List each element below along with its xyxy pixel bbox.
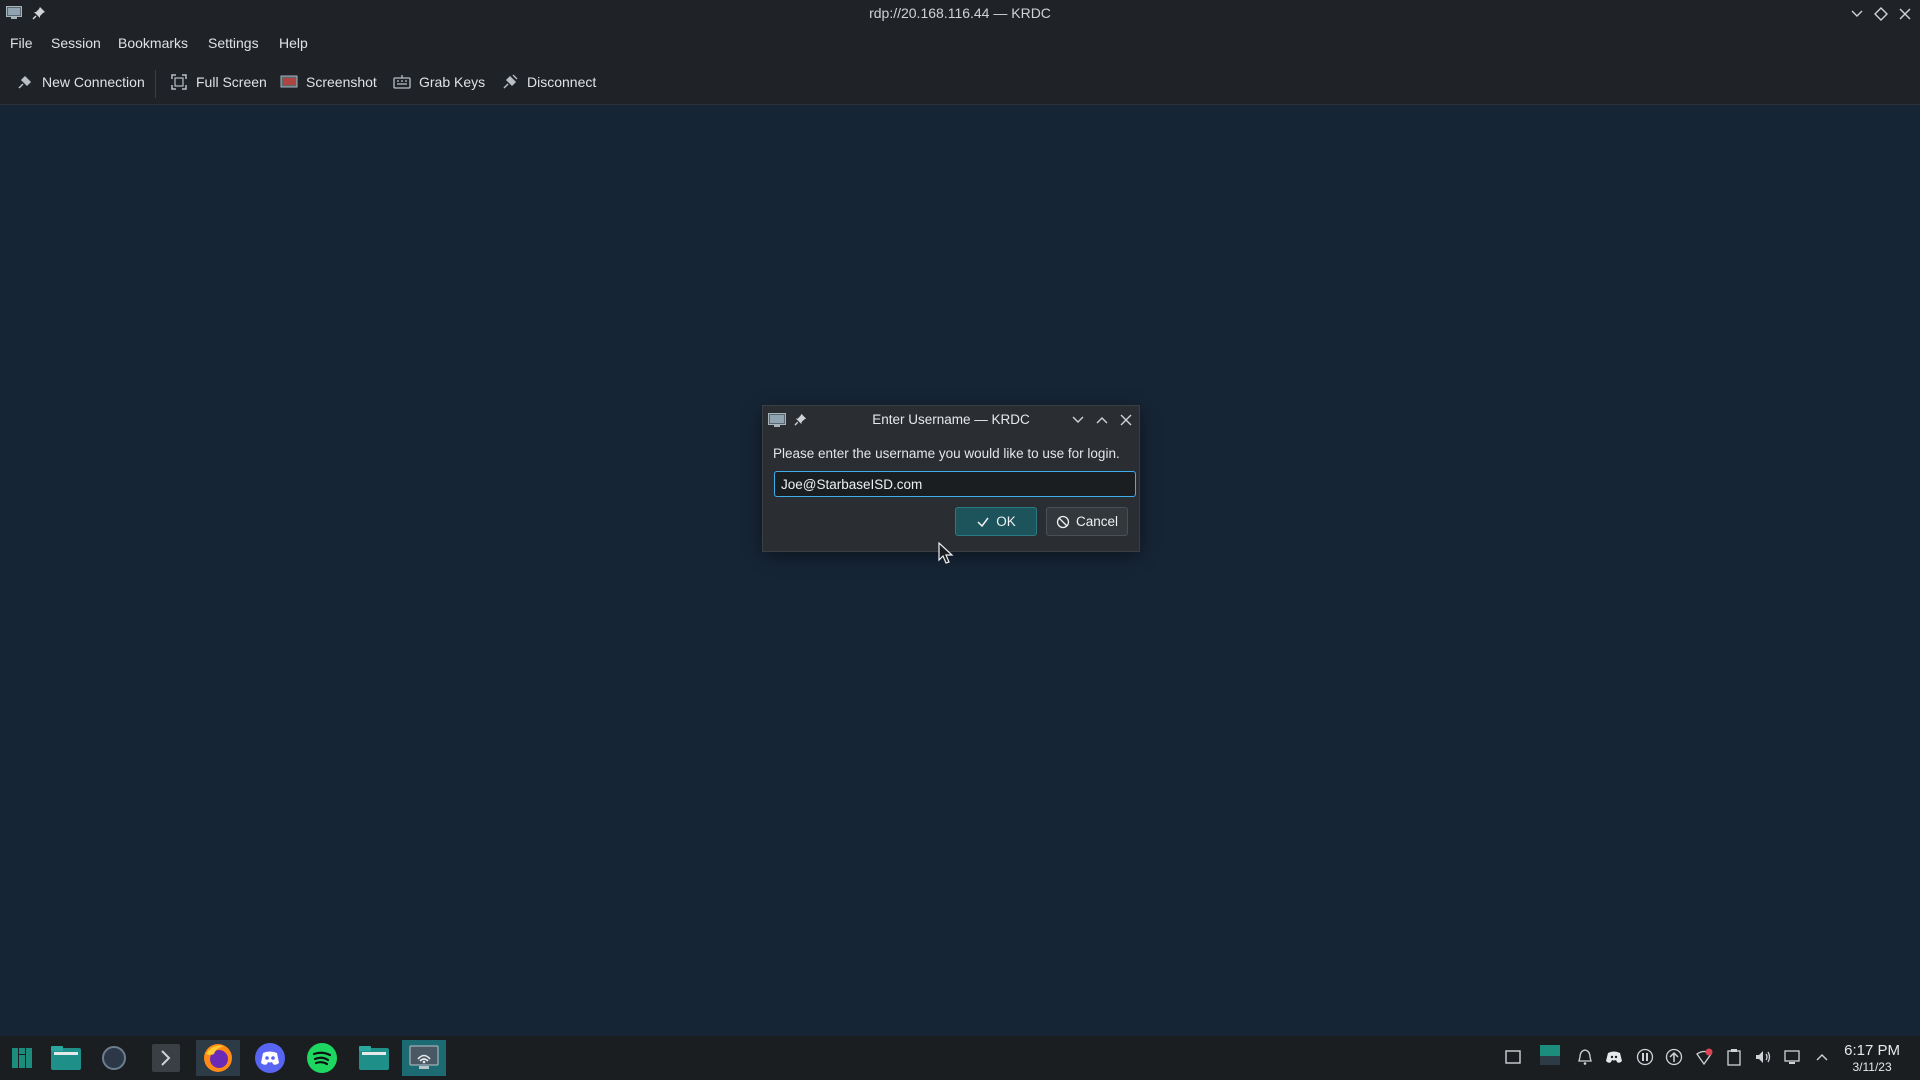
application-launcher-icon [12, 1048, 32, 1068]
new-connection-icon [18, 75, 32, 89]
checkmark-icon [977, 517, 989, 527]
krdc-taskbar-button[interactable] [402, 1040, 446, 1076]
updates-icon[interactable] [1665, 1048, 1683, 1066]
taskbar: 6:17 PM 3/11/23 [0, 1036, 1920, 1080]
screenshot-button[interactable]: Screenshot [280, 71, 377, 93]
folder-icon [359, 1046, 389, 1070]
display-icon[interactable] [1783, 1048, 1801, 1066]
ok-label: OK [996, 514, 1016, 529]
clipboard-icon[interactable] [1725, 1048, 1743, 1066]
close-icon[interactable] [1896, 5, 1914, 23]
full-screen-button[interactable]: Full Screen [170, 71, 267, 93]
clock-date: 3/11/23 [1852, 1060, 1892, 1074]
cancel-icon [1056, 515, 1070, 528]
chevron-up-icon[interactable] [1813, 1048, 1831, 1066]
username-input[interactable] [774, 471, 1136, 497]
disconnect-icon [503, 74, 518, 89]
window-title: rdp://20.168.116.44 — KRDC [869, 5, 1051, 21]
cancel-button[interactable]: Cancel [1046, 507, 1128, 536]
circle-app-button[interactable] [92, 1040, 136, 1076]
circle-app-icon [102, 1046, 126, 1070]
menu-session[interactable]: Session [51, 35, 101, 51]
new-connection-button[interactable]: New Connection [16, 71, 145, 93]
screenshot-label: Screenshot [306, 74, 377, 90]
minimize-icon[interactable] [1848, 5, 1866, 23]
close-icon[interactable] [1118, 412, 1134, 428]
discord-button[interactable] [248, 1040, 292, 1076]
firefox-icon [204, 1044, 232, 1072]
menu-help[interactable]: Help [279, 35, 308, 51]
spotify-icon [307, 1043, 337, 1073]
window-titlebar: rdp://20.168.116.44 — KRDC [0, 0, 1920, 28]
disconnect-label: Disconnect [527, 74, 597, 90]
application-launcher-button[interactable] [0, 1040, 44, 1076]
spotify-button[interactable] [300, 1040, 344, 1076]
dialog-titlebar: Enter Username — KRDC [763, 406, 1139, 434]
clock[interactable]: 6:17 PM 3/11/23 [1844, 1042, 1900, 1074]
discord-tray-icon[interactable] [1605, 1048, 1623, 1066]
file-manager-button[interactable] [44, 1040, 88, 1076]
clock-time: 6:17 PM [1844, 1042, 1900, 1059]
grab-keys-button[interactable]: Grab Keys [393, 71, 485, 93]
menu-bookmarks[interactable]: Bookmarks [118, 35, 188, 51]
menu-settings[interactable]: Settings [208, 35, 259, 51]
dialog-prompt: Please enter the username you would like… [773, 446, 1120, 461]
pager-icon[interactable] [1539, 1044, 1561, 1066]
disconnect-button[interactable]: Disconnect [501, 71, 596, 93]
show-desktop-icon[interactable] [1504, 1048, 1522, 1066]
screenshot-icon [280, 75, 298, 88]
maximize-icon[interactable] [1094, 412, 1110, 428]
volume-icon[interactable] [1754, 1048, 1772, 1066]
file-manager-icon [51, 1046, 81, 1070]
menu-bar: File Session Bookmarks Settings Help [0, 28, 1920, 58]
mouse-cursor-icon [938, 542, 954, 564]
cancel-label: Cancel [1075, 514, 1119, 529]
keyboard-icon [393, 75, 411, 89]
full-screen-icon [171, 74, 187, 90]
ok-button[interactable]: OK [955, 507, 1037, 536]
media-pause-icon[interactable] [1636, 1048, 1654, 1066]
minimize-icon[interactable] [1070, 412, 1086, 428]
full-screen-label: Full Screen [196, 74, 267, 90]
toolbar-separator [155, 70, 156, 98]
terminal-icon [152, 1044, 180, 1072]
firefox-button[interactable] [196, 1040, 240, 1076]
menu-file[interactable]: File [10, 35, 33, 51]
krdc-icon [409, 1045, 439, 1069]
discord-icon [255, 1043, 285, 1073]
grab-keys-label: Grab Keys [419, 74, 486, 90]
toolbar: New Connection Full Screen Screenshot Gr… [0, 58, 1920, 105]
new-connection-label: New Connection [42, 74, 145, 90]
notifications-icon[interactable] [1576, 1048, 1594, 1066]
maximize-icon[interactable] [1872, 5, 1890, 23]
folder-button[interactable] [352, 1040, 396, 1076]
network-disconnected-icon[interactable] [1695, 1048, 1713, 1066]
terminal-button[interactable] [144, 1040, 188, 1076]
enter-username-dialog: Enter Username — KRDC Please enter the u… [762, 405, 1140, 552]
